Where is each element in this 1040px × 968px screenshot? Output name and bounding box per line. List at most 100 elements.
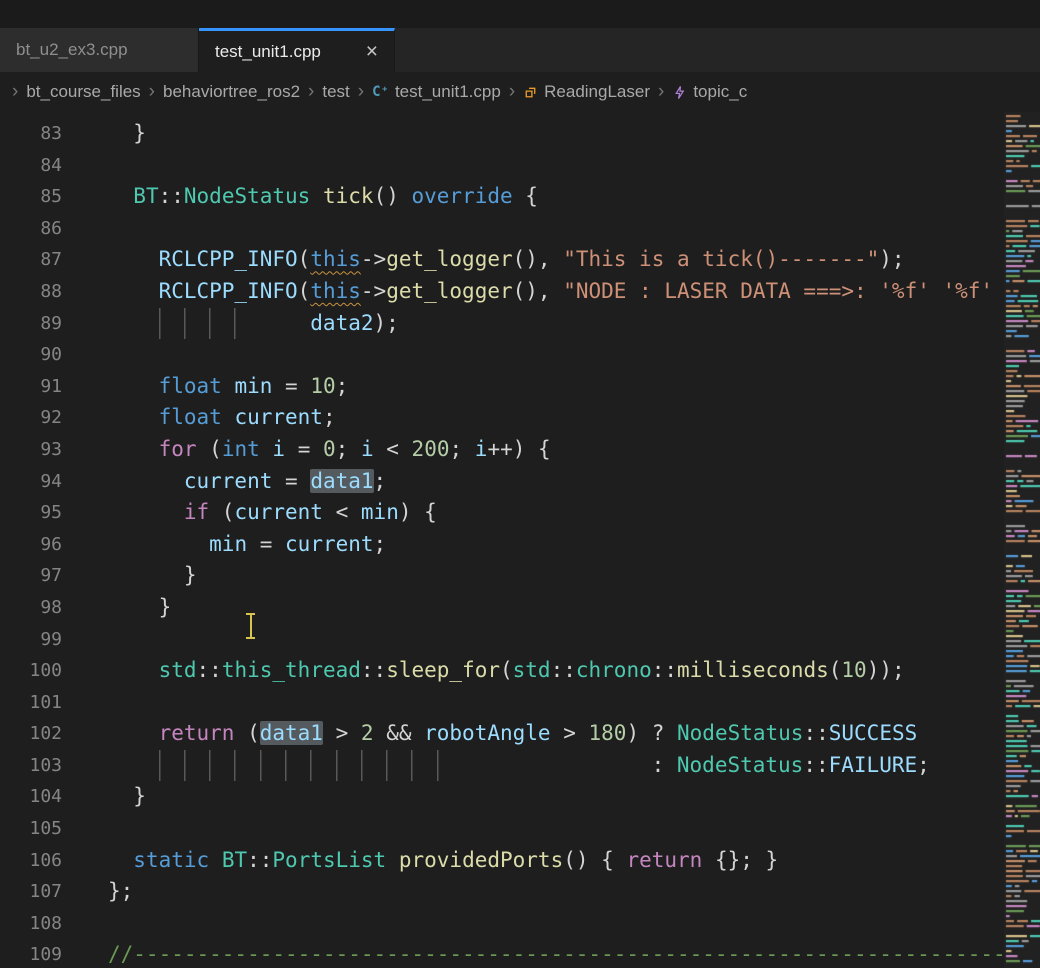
code-line[interactable]: 92 float current; (0, 402, 1040, 434)
code-token: {}; } (702, 848, 778, 872)
code-token: float (159, 405, 222, 429)
breadcrumb-item-topic_c[interactable]: topic_c (672, 82, 747, 102)
code-token: std (159, 658, 197, 682)
line-number[interactable]: 96 (0, 529, 62, 561)
code-line[interactable]: 98 } (0, 592, 1040, 624)
line-number[interactable]: 109 (0, 939, 62, 968)
code-token: = (272, 374, 310, 398)
line-number[interactable]: 107 (0, 876, 62, 908)
breadcrumb-label: behaviortree_ros2 (163, 82, 300, 102)
breadcrumb-item-bt_course_files[interactable]: bt_course_files (26, 82, 140, 102)
line-number[interactable]: 88 (0, 276, 62, 308)
code-line[interactable]: 91 float min = 10; (0, 371, 1040, 403)
code-line[interactable]: 96 min = current; (0, 529, 1040, 561)
line-number[interactable]: 93 (0, 434, 62, 466)
code-token: < (374, 437, 412, 461)
line-content: } (62, 781, 1040, 813)
code-line[interactable]: 109//-----------------------------------… (0, 939, 1040, 968)
code-token (108, 500, 184, 524)
code-token: 10 (841, 658, 866, 682)
code-line[interactable]: 83 } (0, 118, 1040, 150)
line-number[interactable]: 95 (0, 497, 62, 529)
indent-guide (310, 750, 335, 782)
line-content: RCLCPP_INFO(this->get_logger(), "This is… (62, 244, 1040, 276)
code-line[interactable]: 84 (0, 150, 1040, 182)
line-number[interactable]: 90 (0, 339, 62, 371)
tab-bt_u2_ex3-cpp[interactable]: bt_u2_ex3.cpp (0, 28, 199, 72)
code-line[interactable]: 86 (0, 213, 1040, 245)
code-token: current (234, 500, 323, 524)
code-line[interactable]: 108 (0, 908, 1040, 940)
line-number[interactable]: 97 (0, 560, 62, 592)
line-number[interactable]: 99 (0, 624, 62, 656)
line-number[interactable]: 103 (0, 750, 62, 782)
code-line[interactable]: 93 for (int i = 0; i < 200; i++) { (0, 434, 1040, 466)
code-line[interactable]: 102 return (data1 > 2 && robotAngle > 18… (0, 718, 1040, 750)
line-content: } (62, 118, 1040, 150)
code-token: BT (133, 184, 158, 208)
line-number[interactable]: 105 (0, 813, 62, 845)
code-token: :: (361, 658, 386, 682)
code-area[interactable]: 83 }8485 BT::NodeStatus tick() override … (0, 112, 1040, 968)
code-line[interactable]: 100 std::this_thread::sleep_for(std::chr… (0, 655, 1040, 687)
line-number[interactable]: 84 (0, 150, 62, 182)
code-line[interactable]: 99 (0, 624, 1040, 656)
line-number[interactable]: 83 (0, 118, 62, 150)
code-token: && (374, 721, 425, 745)
code-token: 180 (589, 721, 627, 745)
breadcrumb-item-behaviortree_ros2[interactable]: behaviortree_ros2 (163, 82, 300, 102)
line-number[interactable]: 92 (0, 402, 62, 434)
breadcrumb-item-test_unit1.cpp[interactable]: C⁺test_unit1.cpp (372, 82, 501, 102)
line-number[interactable]: 98 (0, 592, 62, 624)
code-token: :: (197, 658, 222, 682)
code-line[interactable]: 90 (0, 339, 1040, 371)
line-number[interactable]: 108 (0, 908, 62, 940)
tab-test_unit1-cpp[interactable]: test_unit1.cpp × (199, 28, 395, 72)
line-number[interactable]: 87 (0, 244, 62, 276)
code-token: get_logger (386, 247, 512, 271)
breadcrumb-label: test (322, 82, 349, 102)
code-line[interactable]: 105 (0, 813, 1040, 845)
code-line[interactable]: 88 RCLCPP_INFO(this->get_logger(), "NODE… (0, 276, 1040, 308)
breadcrumb-label: test_unit1.cpp (395, 82, 501, 102)
line-number[interactable]: 91 (0, 371, 62, 403)
line-content (62, 339, 1040, 371)
line-number[interactable]: 85 (0, 181, 62, 213)
line-number[interactable]: 89 (0, 308, 62, 340)
indent-guide (234, 750, 259, 782)
breadcrumb-item-test[interactable]: test (322, 82, 349, 102)
line-number[interactable]: 106 (0, 845, 62, 877)
editor[interactable]: 83 }8485 BT::NodeStatus tick() override … (0, 112, 1040, 968)
code-line[interactable]: 89 data2); (0, 308, 1040, 340)
breadcrumb-item-ReadingLaser[interactable]: ReadingLaser (523, 82, 650, 102)
code-line[interactable]: 95 if (current < min) { (0, 497, 1040, 529)
code-line[interactable]: 85 BT::NodeStatus tick() override { (0, 181, 1040, 213)
line-number[interactable]: 86 (0, 213, 62, 245)
code-line[interactable]: 107}; (0, 876, 1040, 908)
code-line[interactable]: 101 (0, 687, 1040, 719)
code-token: ) { (399, 500, 437, 524)
line-number[interactable]: 94 (0, 466, 62, 498)
close-icon[interactable]: × (366, 41, 378, 62)
code-line[interactable]: 106 static BT::PortsList providedPorts()… (0, 845, 1040, 877)
code-token: NodeStatus (184, 184, 310, 208)
line-number[interactable]: 100 (0, 655, 62, 687)
line-content: } (62, 560, 1040, 592)
line-number[interactable]: 101 (0, 687, 62, 719)
code-token: ) ? (626, 721, 677, 745)
minimap[interactable] (1004, 112, 1040, 968)
code-token: () { (563, 848, 626, 872)
code-line[interactable]: 104 } (0, 781, 1040, 813)
line-number[interactable]: 104 (0, 781, 62, 813)
code-line[interactable]: 94 current = data1; (0, 466, 1040, 498)
line-content: min = current; (62, 529, 1040, 561)
line-content (62, 908, 1040, 940)
code-token: int (222, 437, 260, 461)
code-token: override (412, 184, 513, 208)
line-number[interactable]: 102 (0, 718, 62, 750)
code-token: return (626, 848, 702, 872)
line-content: return (data1 > 2 && robotAngle > 180) ?… (62, 718, 1040, 750)
code-line[interactable]: 103 : NodeStatus::FAILURE; (0, 750, 1040, 782)
code-line[interactable]: 97 } (0, 560, 1040, 592)
code-line[interactable]: 87 RCLCPP_INFO(this->get_logger(), "This… (0, 244, 1040, 276)
